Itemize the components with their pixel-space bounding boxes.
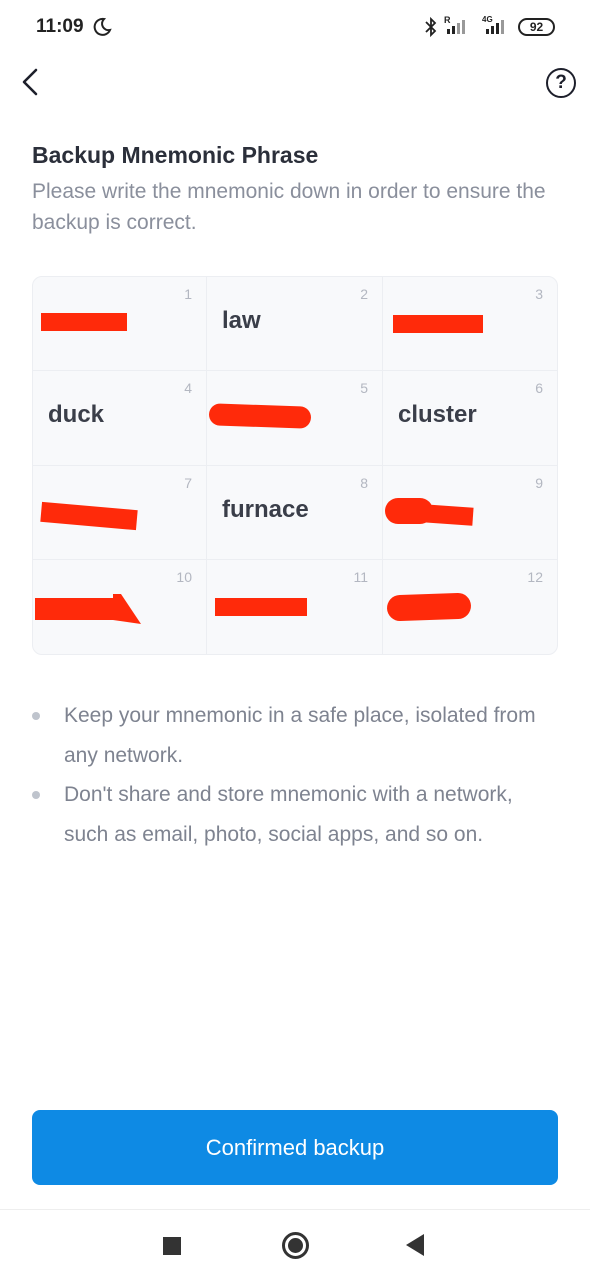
tip-text: Keep your mnemonic in a safe place, isol… xyxy=(64,704,536,767)
status-bar: 11:09 R 4G 92 xyxy=(0,0,590,56)
mnemonic-cell: 10 xyxy=(33,560,207,654)
recents-square-icon[interactable] xyxy=(163,1237,181,1255)
bullet-icon xyxy=(32,712,40,720)
page-title: Backup Mnemonic Phrase xyxy=(32,142,319,168)
tips-list: Keep your mnemonic in a safe place, isol… xyxy=(32,696,562,854)
mnemonic-cell: 5 xyxy=(207,371,383,466)
moon-icon xyxy=(93,17,112,36)
mnemonic-cell: 6 cluster xyxy=(383,371,557,466)
battery-indicator: 92 xyxy=(518,18,555,36)
redaction-mark xyxy=(208,403,312,429)
bluetooth-icon xyxy=(425,16,437,38)
mnemonic-cell: 9 xyxy=(383,466,557,560)
word-index: 6 xyxy=(535,380,543,396)
mnemonic-word: cluster xyxy=(398,401,477,428)
signal-2-label: 4G xyxy=(482,15,493,24)
help-button[interactable]: ? xyxy=(546,68,576,98)
home-circle-icon[interactable] xyxy=(282,1232,309,1259)
mnemonic-cell: 4 duck xyxy=(33,371,207,466)
page-subtitle: Please write the mnemonic down in order … xyxy=(32,180,546,234)
tip-item: Keep your mnemonic in a safe place, isol… xyxy=(32,696,562,775)
word-index: 12 xyxy=(527,569,543,585)
redaction-mark xyxy=(422,504,474,526)
question-circle-icon: ? xyxy=(555,72,567,93)
back-triangle-icon[interactable] xyxy=(406,1234,424,1256)
mnemonic-cell: 8 furnace xyxy=(207,466,383,560)
word-index: 1 xyxy=(184,286,192,302)
word-index: 10 xyxy=(176,569,192,585)
mnemonic-cell: 1 xyxy=(33,277,207,371)
word-index: 4 xyxy=(184,380,192,396)
mnemonic-cell: 12 xyxy=(383,560,557,654)
redaction-mark xyxy=(40,501,138,531)
redaction-mark xyxy=(393,315,483,333)
tip-item: Don't share and store mnemonic with a ne… xyxy=(32,775,562,854)
mnemonic-cell: 3 xyxy=(383,277,557,371)
redaction-mark xyxy=(35,598,121,620)
word-index: 8 xyxy=(360,475,368,491)
word-index: 11 xyxy=(353,569,368,585)
mnemonic-word: furnace xyxy=(222,496,309,523)
word-index: 2 xyxy=(360,286,368,302)
bullet-icon xyxy=(32,791,40,799)
redaction-mark xyxy=(386,592,472,622)
confirm-backup-button[interactable]: Confirmed backup xyxy=(32,1110,558,1185)
mnemonic-cell: 7 xyxy=(33,466,207,560)
word-index: 7 xyxy=(184,475,192,491)
system-nav-bar xyxy=(0,1209,590,1280)
word-index: 3 xyxy=(535,286,543,302)
tip-text: Don't share and store mnemonic with a ne… xyxy=(64,783,513,846)
signal-1-label: R xyxy=(444,15,451,25)
redaction-mark xyxy=(113,594,141,624)
redaction-mark xyxy=(41,313,127,331)
mnemonic-cell: 11 xyxy=(207,560,383,654)
signal-4g-icon: 4G xyxy=(482,15,504,34)
redaction-mark xyxy=(215,598,307,616)
word-index: 5 xyxy=(360,380,368,396)
mnemonic-grid: 1 2 law 3 4 duck 5 6 cluster 7 8 furnace… xyxy=(32,276,558,655)
status-time: 11:09 xyxy=(36,16,84,37)
signal-icon: R xyxy=(444,15,465,34)
mnemonic-word: duck xyxy=(48,401,105,428)
mnemonic-word: law xyxy=(222,307,261,334)
mnemonic-cell: 2 law xyxy=(207,277,383,371)
back-button[interactable] xyxy=(14,62,50,102)
word-index: 9 xyxy=(535,475,543,491)
